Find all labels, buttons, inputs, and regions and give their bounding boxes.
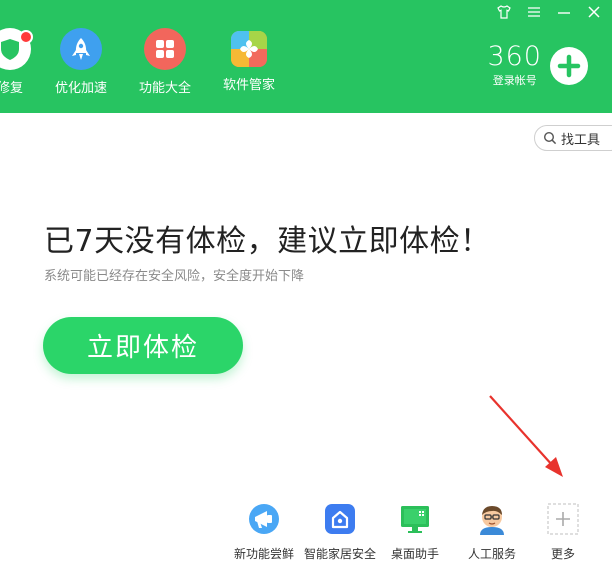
nav-item-software[interactable]: 软件管家: [207, 28, 291, 93]
megaphone-icon: [246, 501, 282, 537]
login-label: 登录帐号: [492, 74, 537, 87]
bottom-label-new-features: 新功能尝鲜: [233, 547, 294, 561]
desktop-monitor-icon: [397, 501, 433, 537]
nav-item-features[interactable]: 功能大全: [123, 28, 207, 96]
software-manager-icon: [231, 31, 267, 67]
add-account-plus-icon: [550, 47, 588, 85]
bottom-item-new-features[interactable]: 新功能尝鲜: [222, 501, 306, 562]
checkup-subline: 系统可能已经存在安全风险，安全度开始下降: [44, 269, 305, 284]
plus-icon: [545, 501, 581, 537]
header-bar: 修复 优化加速 功能大全 软件管家 360 登录帐号: [0, 0, 612, 113]
grid-icon: [144, 28, 186, 70]
notification-dot: [19, 30, 33, 44]
find-tool-label: 找工具: [561, 132, 601, 148]
bottom-item-more[interactable]: 更多: [521, 501, 605, 562]
minimize-icon[interactable]: [556, 4, 572, 24]
check-now-button[interactable]: 立即体检: [43, 317, 243, 374]
close-icon[interactable]: [586, 4, 602, 24]
account-login[interactable]: 360 登录帐号: [487, 41, 588, 88]
search-icon: [543, 131, 557, 145]
support-person-icon: [474, 501, 510, 537]
menu-icon[interactable]: [526, 4, 542, 24]
nav-label-features: 功能大全: [138, 81, 191, 96]
checkup-headline: 已7天没有体检，建议立即体检！: [44, 224, 491, 259]
smart-home-icon: [322, 501, 358, 537]
rocket-icon: [60, 28, 102, 70]
bottom-item-desktop-assistant[interactable]: 桌面助手: [373, 501, 457, 562]
brand-logo-360: 360: [487, 41, 542, 72]
nav-item-optimize[interactable]: 优化加速: [39, 28, 123, 96]
window-controls: [496, 4, 602, 24]
bottom-label-smart-home: 智能家居安全: [303, 547, 376, 561]
skin-tshirt-icon[interactable]: [496, 4, 512, 24]
bottom-item-smart-home[interactable]: 智能家居安全: [298, 501, 382, 562]
find-tool-search[interactable]: 找工具: [534, 125, 612, 151]
bottom-label-more: 更多: [550, 547, 575, 561]
nav-label-optimize: 优化加速: [54, 81, 107, 96]
bottom-label-desktop-assistant: 桌面助手: [390, 547, 439, 561]
nav-label-software: 软件管家: [222, 78, 275, 93]
shield-icon: [0, 28, 33, 70]
